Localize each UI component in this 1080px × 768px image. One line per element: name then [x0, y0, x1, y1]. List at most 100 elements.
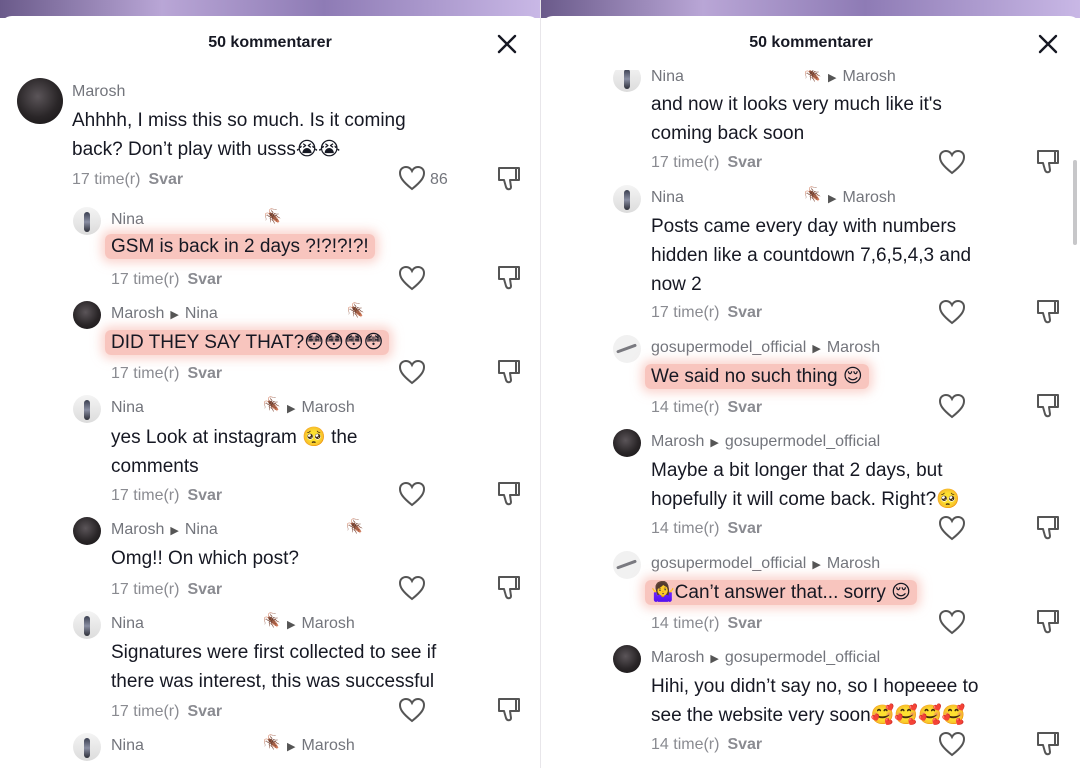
bug-icon: 🪳 — [347, 302, 365, 318]
heart-icon[interactable] — [398, 697, 426, 723]
reply-button[interactable]: Svar — [187, 365, 222, 382]
reply-target[interactable]: ▶ Marosh — [287, 399, 355, 417]
heart-icon[interactable] — [938, 515, 966, 541]
reply-target[interactable]: ▶ Marosh — [828, 70, 896, 86]
comments-list[interactable]: Nina 🪳 ▶ Marosh and now it looks very muc… — [541, 70, 1080, 768]
heart-icon[interactable] — [398, 575, 426, 601]
heart-icon[interactable] — [938, 299, 966, 325]
avatar[interactable] — [73, 395, 101, 423]
reply-target[interactable]: ▶ Marosh — [287, 737, 355, 755]
dislike-icon[interactable] — [1035, 392, 1061, 420]
close-icon[interactable] — [1037, 33, 1059, 55]
comment-text: Omg!! On which post? — [111, 548, 299, 569]
comment-author[interactable]: Marosh — [72, 83, 125, 101]
comment-author[interactable]: Nina — [111, 615, 144, 633]
avatar[interactable] — [73, 517, 101, 545]
reply-button[interactable]: Svar — [727, 304, 762, 321]
comment-meta: 14 time(r) Svar — [651, 615, 763, 632]
avatar[interactable] — [613, 645, 641, 673]
avatar[interactable] — [17, 78, 63, 124]
reply-button[interactable]: Svar — [727, 399, 762, 416]
dislike-icon[interactable] — [496, 696, 522, 724]
reply-button[interactable]: Svar — [187, 581, 222, 598]
comment-text: Hihi, you didn’t say no, so I hopeeee to… — [651, 676, 979, 726]
avatar[interactable] — [73, 207, 101, 235]
comment-meta: 17 time(r) Svar — [111, 271, 223, 288]
comment-author[interactable]: Nina — [651, 70, 684, 86]
comment-text: Maybe a bit longer that 2 days, but hope… — [651, 460, 960, 510]
reply-button[interactable]: Svar — [187, 271, 222, 288]
bug-icon: 🪳 — [346, 518, 364, 534]
dislike-icon[interactable] — [496, 264, 522, 292]
bug-icon: 🪳 — [263, 734, 281, 750]
comment-text: 🤷‍♀️Can’t answer that... sorry 😌 — [645, 578, 917, 607]
avatar[interactable] — [73, 733, 101, 761]
heart-icon[interactable] — [398, 481, 426, 507]
reply-target[interactable]: ▶ Marosh — [828, 189, 896, 207]
comment-meta: 14 time(r) Svar — [651, 520, 763, 537]
comment-meta: 17 time(r) Svar — [111, 703, 223, 720]
reply-button[interactable]: Svar — [727, 736, 762, 753]
comment-text: Ahhhh, I miss this so much. Is it coming… — [72, 110, 406, 160]
reply-button[interactable]: Svar — [148, 171, 183, 188]
reply-button[interactable]: Svar — [727, 520, 762, 537]
comment-meta: 17 time(r) Svar — [651, 304, 763, 321]
close-icon[interactable] — [496, 33, 518, 55]
comment-author[interactable]: gosupermodel_official ▶ Marosh — [651, 555, 880, 573]
heart-icon[interactable] — [398, 165, 426, 191]
bug-icon: 🪳 — [264, 208, 282, 224]
dislike-icon[interactable] — [1035, 608, 1061, 636]
scrollbar[interactable] — [1073, 160, 1077, 245]
heart-icon[interactable] — [938, 731, 966, 757]
heart-icon[interactable] — [938, 149, 966, 175]
dislike-icon[interactable] — [496, 480, 522, 508]
avatar[interactable] — [613, 429, 641, 457]
comment-author[interactable]: Marosh ▶ Nina — [111, 521, 218, 539]
dislike-icon[interactable] — [1035, 514, 1061, 542]
comments-panel-right: 50 kommentarer Nina 🪳 ▶ Marosh and now it… — [541, 0, 1080, 768]
comment-meta: 17 time(r) Svar — [72, 171, 184, 188]
avatar[interactable] — [613, 335, 641, 363]
heart-icon[interactable] — [938, 393, 966, 419]
dislike-icon[interactable] — [496, 574, 522, 602]
comment-author[interactable]: Marosh ▶ Nina — [111, 305, 218, 323]
reply-target[interactable]: ▶ Marosh — [287, 615, 355, 633]
dislike-icon[interactable] — [1035, 730, 1061, 758]
avatar[interactable] — [73, 611, 101, 639]
reply-button[interactable]: Svar — [187, 487, 222, 504]
dislike-icon[interactable] — [496, 358, 522, 386]
comments-header: 50 kommentarer — [541, 20, 1080, 70]
comment-author[interactable]: Nina — [111, 399, 144, 417]
comment-author[interactable]: Nina — [651, 189, 684, 207]
avatar[interactable] — [613, 185, 641, 213]
comment-author[interactable]: gosupermodel_official ▶ Marosh — [651, 339, 880, 357]
heart-icon[interactable] — [398, 265, 426, 291]
dislike-icon[interactable] — [1035, 148, 1061, 176]
comment-text: We said no such thing 😌 — [645, 362, 869, 391]
comment-author[interactable]: Marosh ▶ gosupermodel_official — [651, 649, 880, 667]
heart-icon[interactable] — [938, 609, 966, 635]
comment-meta: 17 time(r) Svar — [651, 154, 763, 171]
dislike-icon[interactable] — [496, 165, 522, 193]
comments-header: 50 kommentarer — [0, 20, 540, 70]
comment-meta: 17 time(r) Svar — [111, 365, 223, 382]
bug-icon: 🪳 — [804, 70, 822, 82]
comment-meta: 14 time(r) Svar — [651, 399, 763, 416]
comment-text: DID THEY SAY THAT?😳😳😳😳 — [105, 328, 390, 357]
comment-author[interactable]: Nina — [111, 737, 144, 755]
avatar[interactable] — [613, 70, 641, 92]
dislike-icon[interactable] — [1035, 298, 1061, 326]
comment-author[interactable]: Nina — [111, 211, 144, 229]
reply-button[interactable]: Svar — [727, 154, 762, 171]
like-count: 86 — [430, 171, 448, 188]
reply-button[interactable]: Svar — [187, 703, 222, 720]
comment-meta: 14 time(r) Svar — [651, 736, 763, 753]
comment-meta: 17 time(r) Svar — [111, 581, 223, 598]
reply-button[interactable]: Svar — [727, 615, 762, 632]
comment-text: yes Look at instagram 🥺 the comments — [111, 427, 358, 477]
avatar[interactable] — [613, 551, 641, 579]
bug-icon: 🪳 — [804, 186, 822, 202]
avatar[interactable] — [73, 301, 101, 329]
comment-author[interactable]: Marosh ▶ gosupermodel_official — [651, 433, 880, 451]
heart-icon[interactable] — [398, 359, 426, 385]
